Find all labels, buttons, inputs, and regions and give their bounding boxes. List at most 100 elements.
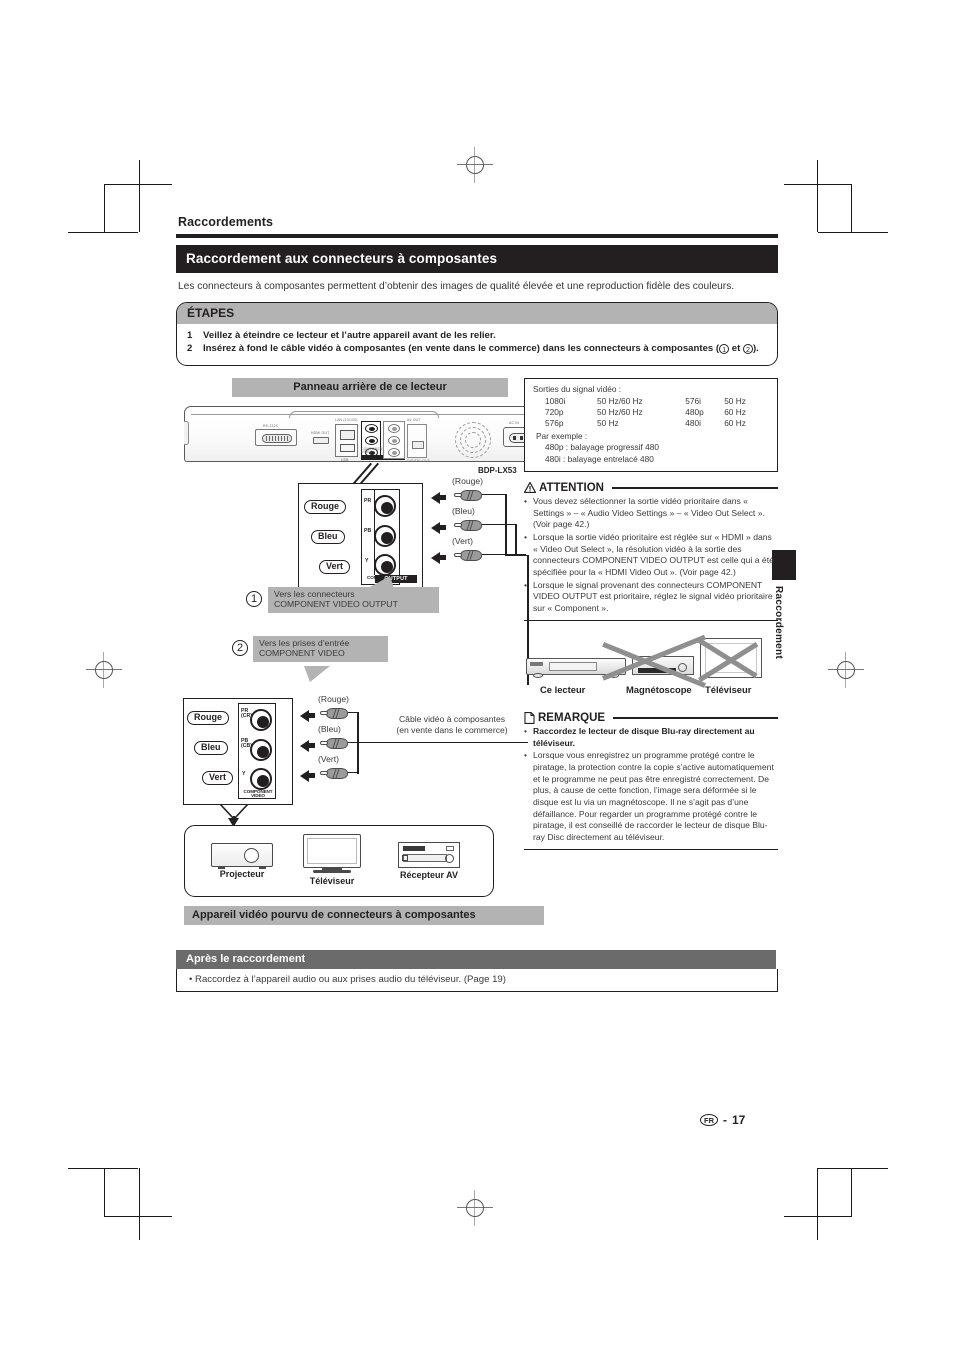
step2-text-before: Insérez à fond le câble vidéo à composan…: [203, 342, 720, 354]
wire-bottom-2: [348, 741, 528, 744]
digital-out-label: DIGITAL OUT: [407, 458, 431, 463]
jack-label-pb-player: PB: [364, 527, 372, 534]
signal-example-2: 480i : balayage entrelacé 480: [545, 453, 654, 464]
list-item: • Lorsque la sortie vidéo prioritaire est…: [524, 532, 778, 579]
registration-mark-left: [86, 652, 122, 688]
signal-r1-c3: 60 Hz: [724, 406, 746, 417]
crop-mark-bottom-left-h: [68, 1168, 138, 1169]
pill-vert-device: Vert: [202, 770, 234, 785]
after-heading-text: Après le raccordement: [186, 953, 306, 965]
wire-bottom-3: [348, 771, 358, 774]
crop-mark-top-right-h2: [784, 184, 852, 185]
av-out-label: AV OUT: [407, 417, 421, 422]
callout-2-tail: [304, 665, 330, 682]
player-jack-panel: PR PB Y COMPONENT VIDEO: [361, 488, 400, 585]
plug-label-rouge-top: (Rouge): [452, 475, 484, 486]
step2-text-mid: et: [729, 342, 743, 354]
wire-top-1: [482, 493, 506, 496]
steps-body: 1 Veillez à éteindre ce lecteur et l’aut…: [177, 324, 777, 365]
remark-bottom-rule: [524, 848, 778, 850]
crop-mark-top-right-h: [818, 232, 888, 233]
bad-caption-tv: Téléviseur: [705, 683, 752, 695]
signal-r0-c1: 50 Hz/60 Hz: [597, 395, 643, 406]
pill-bleu-player: Bleu: [311, 529, 345, 544]
plug-vert-top: [454, 549, 482, 561]
page-content: Raccordements Raccordement aux connecteu…: [176, 215, 778, 973]
jack-pr-device: [250, 708, 272, 731]
signal-box-heading: Sorties du signal vidéo :: [533, 383, 622, 394]
crop-mark-top-left-v2: [104, 184, 105, 232]
page-folio: FR - 17: [700, 1113, 745, 1127]
step-item-1: 1 Veillez à éteindre ce lecteur et l’aut…: [187, 330, 767, 343]
callout-2: Vers les prises d’entrée COMPONENT VIDEO: [253, 635, 388, 663]
section-intro: Les connecteurs à composantes permettent…: [178, 281, 735, 292]
digital-out-jack: [407, 423, 427, 458]
note-document-icon: [524, 711, 535, 724]
arrow-pr-device: [300, 709, 315, 722]
step-text-1: Veillez à éteindre ce lecteur et l’autre…: [203, 329, 496, 341]
after-connection-body: • Raccordez à l’appareil audio ou aux pr…: [176, 969, 778, 992]
steps-box: ÉTAPES 1 Veillez à éteindre ce lecteur e…: [176, 301, 778, 366]
signal-example-1: 480p : balayage progressif 480: [545, 442, 659, 453]
arrow-pb-device: [300, 739, 315, 752]
pill-rouge-device: Rouge: [187, 710, 229, 725]
player-component-jacks-zoom: Rouge Bleu Vert PR PB Y COMPONENT VIDEO …: [298, 482, 423, 588]
crop-mark-bottom-left-h2: [104, 1216, 172, 1217]
jack-y-player: [374, 553, 396, 576]
arrow-y-player: [431, 551, 446, 564]
remark-heading-row: REMARQUE: [524, 712, 778, 724]
signal-r2-c2: 480i: [685, 418, 701, 429]
cable-note: Câble vidéo à composantes (en vente dans…: [376, 714, 528, 736]
lan-usb-block: [335, 423, 358, 457]
after-connection-box: Après le raccordement • Raccordez à l’ap…: [176, 950, 778, 992]
connection-diagram: Panneau arrière de ce lecteur RS-232C HD…: [176, 377, 778, 973]
diagram-bottom-banner: Appareil vidéo pourvu de connecteurs à c…: [184, 905, 544, 925]
cable-note-line1: Câble vidéo à composantes: [398, 713, 506, 724]
crop-mark-bottom-right-h: [818, 1168, 888, 1169]
bad-caption-vcr: Magnétoscope: [626, 683, 692, 695]
ac-in-label: AC IN: [509, 420, 520, 425]
registration-mark-right: [828, 652, 864, 688]
crop-mark-top-left-v: [139, 160, 140, 232]
device-av-receiver: Récepteur AV: [389, 841, 469, 880]
crop-mark-top-right-v: [817, 160, 818, 232]
jack-pb-device: [250, 738, 272, 761]
lan-label: LAN (10/100): [335, 417, 358, 422]
signal-r1-c2: 480p: [685, 406, 704, 417]
projector-icon: [211, 842, 273, 869]
callout-1: Vers les connecteurs COMPONENT VIDEO OUT…: [268, 586, 439, 614]
page-number: 17: [732, 1113, 746, 1127]
section-title: Raccordement aux connecteurs à composant…: [176, 245, 778, 273]
device-jack-panel: PR (CR) PB (CB) Y COMPONENT VIDEO: [238, 702, 276, 799]
signal-r2-c1: 50 Hz: [597, 418, 619, 429]
arrow-pr-player: [431, 491, 446, 504]
remark-bullet-2: Lorsque vous enregistrez un programme pr…: [533, 750, 774, 843]
attention-rule: [611, 487, 778, 489]
callout-number-1: 1: [246, 590, 262, 607]
plug-label-bleu-bottom: (Bleu): [318, 723, 341, 734]
plug-label-bleu-top: (Bleu): [452, 505, 475, 516]
crop-mark-bottom-right-h2: [784, 1216, 852, 1217]
signal-table: 1080i 50 Hz/60 Hz 576i 50 Hz 720p 50 Hz/…: [533, 396, 769, 430]
crop-mark-bottom-right-v: [817, 1168, 818, 1240]
pill-rouge-player: Rouge: [304, 499, 346, 514]
wire-top-v2: [515, 523, 517, 556]
cv-line2-device: VIDEO: [251, 793, 265, 799]
bullet-dot: •: [524, 725, 528, 736]
after-connection-heading: Après le raccordement: [176, 950, 776, 969]
warning-triangle-icon: [524, 482, 536, 494]
remark-title: REMARQUE: [538, 711, 606, 724]
attention-heading-row: ATTENTION: [524, 482, 778, 494]
list-item: • Vous devez sélectionner la sortie vidéo…: [524, 496, 778, 531]
pill-bleu-device: Bleu: [194, 740, 228, 755]
steps-heading: ÉTAPES: [177, 302, 777, 324]
step2-circle-1: 1: [719, 343, 730, 354]
signal-r1-c1: 50 Hz/60 Hz: [597, 406, 643, 417]
attention-title: ATTENTION: [539, 481, 604, 494]
cable-note-line2: (en vente dans le commerce): [396, 724, 508, 735]
registration-mark-bottom: [457, 1190, 493, 1226]
arrow-pb-player: [431, 521, 446, 534]
table-row: 720p 50 Hz/60 Hz 480p 60 Hz: [533, 407, 769, 418]
folio-separator: -: [723, 1113, 727, 1127]
jack-label-pr-player: PR: [364, 497, 372, 504]
